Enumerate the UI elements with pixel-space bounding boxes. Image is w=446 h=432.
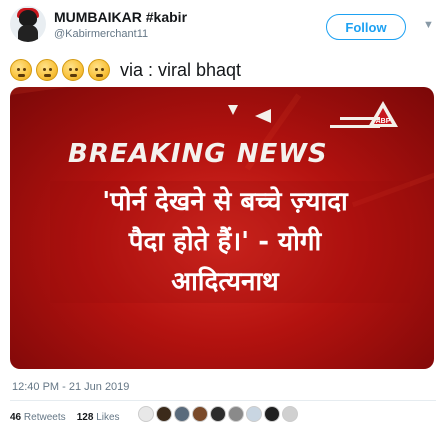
liker-avatar[interactable] [246,406,262,422]
breaking-news-banner: BREAKING NEWS [68,139,328,169]
sad-face-emoji-3 [62,59,84,81]
arrow-shape-1 [255,109,271,123]
author-handle[interactable]: @Kabirmerchant11 [54,28,148,40]
liker-avatar[interactable] [156,406,172,422]
divider [10,400,436,401]
headline-line-1: 'पोर्न देखने से बच्चे ज़्यादा [102,187,348,217]
headline-text: 'पोर्न देखने से बच्चे ज़्यादा पैदा होते … [50,182,400,302]
logo-stripe-1 [340,117,380,120]
author-avatar[interactable] [10,6,46,42]
sad-face-emoji-2 [36,59,58,81]
avatar-body [18,25,38,42]
chevron-down-icon[interactable]: ▼ [423,19,434,31]
liker-avatar[interactable] [282,406,298,422]
liker-avatars [138,406,300,422]
logo-stripe-2 [330,125,380,128]
retweets-count[interactable]: 46 [10,412,21,423]
author-name[interactable]: MUMBAIKAR #kabir [54,9,187,25]
headline-line-2: पैदा होते हैं।' - योगी [128,227,322,257]
follow-button[interactable]: Follow [326,14,406,40]
tweet-timestamp[interactable]: 12:40 PM - 21 Jun 2019 [12,381,129,393]
news-word: NEWS [236,139,328,169]
liker-avatar[interactable] [192,406,208,422]
sad-face-emoji-1 [10,59,32,81]
liker-avatar[interactable] [228,406,244,422]
headline-line-3: आदित्यनाथ [171,267,279,297]
retweets-label[interactable]: Retweets [24,412,66,423]
breaking-word: BREAKING [68,139,227,169]
likes-count[interactable]: 128 [77,412,94,423]
liker-avatar[interactable] [138,406,154,422]
tweet-stats: 46 Retweets 128 Likes [10,412,120,423]
sad-face-emoji-4 [88,59,110,81]
liker-avatar[interactable] [264,406,280,422]
liker-avatar[interactable] [210,406,226,422]
tweet-media-image[interactable]: ABP BREAKING NEWS 'पोर्न देखने से बच्चे … [10,87,434,369]
likes-label[interactable]: Likes [96,412,119,423]
tweet-text: via : viral bhaqt [120,59,242,80]
arrow-shape-2 [228,105,238,115]
avatar-face [19,10,37,26]
liker-avatar[interactable] [174,406,190,422]
tweet-text-row: via : viral bhaqt [10,57,241,83]
